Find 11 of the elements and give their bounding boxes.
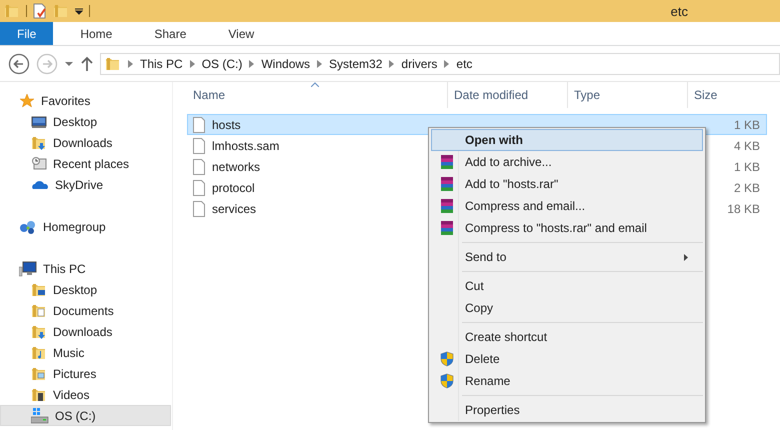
file-size: 18 KB	[726, 202, 761, 216]
file-name: hosts	[212, 118, 241, 132]
file-name: networks	[212, 160, 260, 174]
file-size: 4 KB	[732, 138, 761, 152]
file-name: services	[212, 202, 256, 216]
file-size: 2 KB	[732, 180, 761, 194]
file-size: 1 KB	[732, 118, 761, 132]
window-title: etc	[670, 4, 688, 18]
file-name: lmhosts.sam	[212, 138, 280, 152]
file-name: protocol	[212, 180, 255, 194]
file-size: 1 KB	[732, 160, 761, 174]
